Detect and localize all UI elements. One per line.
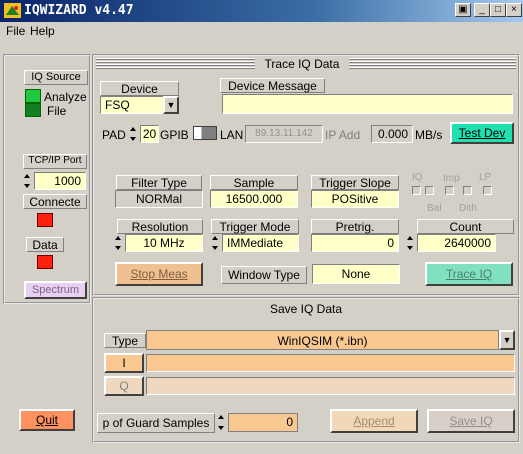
menu-bar (0, 22, 523, 41)
resolution-label: Resolution (117, 219, 203, 234)
type-select[interactable]: WinIQSIM (*.ibn) (146, 330, 499, 350)
device-dropdown-icon[interactable]: ▼ (163, 96, 179, 114)
pad-field[interactable]: 20 (140, 125, 159, 143)
device-label: Device (100, 81, 179, 96)
bal-checkbox[interactable] (445, 186, 454, 195)
app-icon (4, 3, 21, 18)
save-iq-button[interactable]: Save IQ (427, 409, 515, 433)
lp-option-label: LP (479, 172, 492, 183)
iq-source-label: IQ Source (24, 70, 88, 85)
append-button[interactable]: Append (330, 409, 418, 433)
trigger-slope-field[interactable]: POSitive (311, 190, 399, 208)
count-field[interactable]: 2640000 (417, 234, 496, 252)
filter-type-field[interactable]: NORMal (115, 190, 203, 208)
ip-add-label: IP Add (325, 128, 361, 142)
file-label: File (47, 104, 67, 118)
iq-checkbox[interactable] (412, 186, 421, 195)
device-select[interactable]: FSQ (100, 96, 166, 114)
file-radio[interactable] (25, 103, 41, 117)
rate-unit: MB/s (415, 128, 443, 142)
resolution-stepper[interactable] (114, 234, 123, 252)
type-dropdown-icon[interactable]: ▼ (499, 330, 515, 350)
q-file-button[interactable]: Q (104, 376, 144, 396)
guard-samples-field[interactable]: 0 (228, 413, 298, 432)
trigger-mode-label: Trigger Mode (211, 219, 299, 234)
tcpip-port-label: TCP/IP Port (23, 154, 87, 169)
guard-samples-label: p of Guard Samples (97, 413, 215, 433)
trigger-mode-stepper[interactable] (211, 234, 220, 252)
q-file-path[interactable] (146, 377, 515, 395)
device-message-label: Device Message (220, 78, 325, 93)
i-file-path[interactable] (146, 354, 515, 372)
imp-checkbox[interactable] (425, 186, 434, 195)
window-title: IQWIZARD v4.47 (24, 3, 134, 18)
gpib-lan-toggle[interactable] (193, 126, 217, 140)
test-dev-button[interactable]: Test Dev (450, 122, 514, 144)
device-message-field[interactable] (222, 94, 513, 114)
trigger-slope-label: Trigger Slope (311, 175, 399, 190)
lan-label: LAN (220, 128, 244, 142)
iq-option-label: IQ (412, 172, 423, 183)
trigger-mode-field[interactable]: IMMediate (222, 234, 299, 252)
maximize-button[interactable]: □ (490, 3, 506, 17)
pretrig-field[interactable]: 0 (311, 234, 399, 252)
close-button[interactable]: × (506, 3, 522, 17)
quit-button[interactable]: Quit (19, 409, 75, 431)
analyzer-radio[interactable] (25, 89, 41, 103)
window-type-field[interactable]: None (312, 264, 400, 284)
trace-iq-button[interactable]: Trace IQ (425, 262, 513, 286)
data-label: Data (26, 237, 64, 252)
gpib-label: GPIB (160, 128, 189, 142)
count-label: Count (417, 219, 514, 234)
resolution-field[interactable]: 10 MHz (125, 234, 203, 252)
window-type-label: Window Type (221, 266, 307, 284)
trace-panel-title: Trace IQ Data (255, 57, 349, 71)
pad-stepper[interactable] (129, 125, 138, 143)
guard-samples-stepper[interactable] (217, 413, 226, 432)
analyzer-label: Analyze (44, 90, 87, 104)
save-panel-title: Save IQ Data (269, 302, 343, 316)
ip-address-field[interactable]: 89.13.11.142 (245, 125, 323, 143)
spectrum-button[interactable]: Spectrum (24, 281, 87, 299)
menu-help[interactable]: Help (30, 24, 55, 38)
menu-file[interactable]: File (6, 24, 25, 38)
rate-field: 0.000 (371, 125, 413, 143)
dith-checkbox[interactable] (463, 186, 472, 195)
data-led (37, 255, 53, 269)
dith-option-label: Dith (459, 203, 477, 214)
restore-icon[interactable]: ▣ (455, 3, 471, 17)
type-label: Type (104, 333, 146, 348)
tcpip-stepper[interactable] (23, 172, 32, 190)
filter-type-label: Filter Type (116, 175, 202, 190)
sample-field[interactable]: 16500.000 (210, 190, 298, 208)
connected-led (37, 213, 53, 227)
bal-option-label: Bal (427, 203, 442, 214)
pretrig-label: Pretrig. (311, 219, 399, 234)
tcpip-port-field[interactable]: 1000 (34, 172, 86, 190)
imp-option-label: Imp (443, 173, 460, 184)
pad-label: PAD (102, 128, 126, 142)
i-file-button[interactable]: I (104, 353, 144, 373)
connected-label: Connecte (23, 194, 87, 209)
lp-checkbox[interactable] (483, 186, 492, 195)
sample-label: Sample (210, 175, 298, 190)
minimize-button[interactable]: _ (474, 3, 490, 17)
count-stepper[interactable] (406, 234, 415, 252)
stop-meas-button[interactable]: Stop Meas (115, 262, 203, 286)
